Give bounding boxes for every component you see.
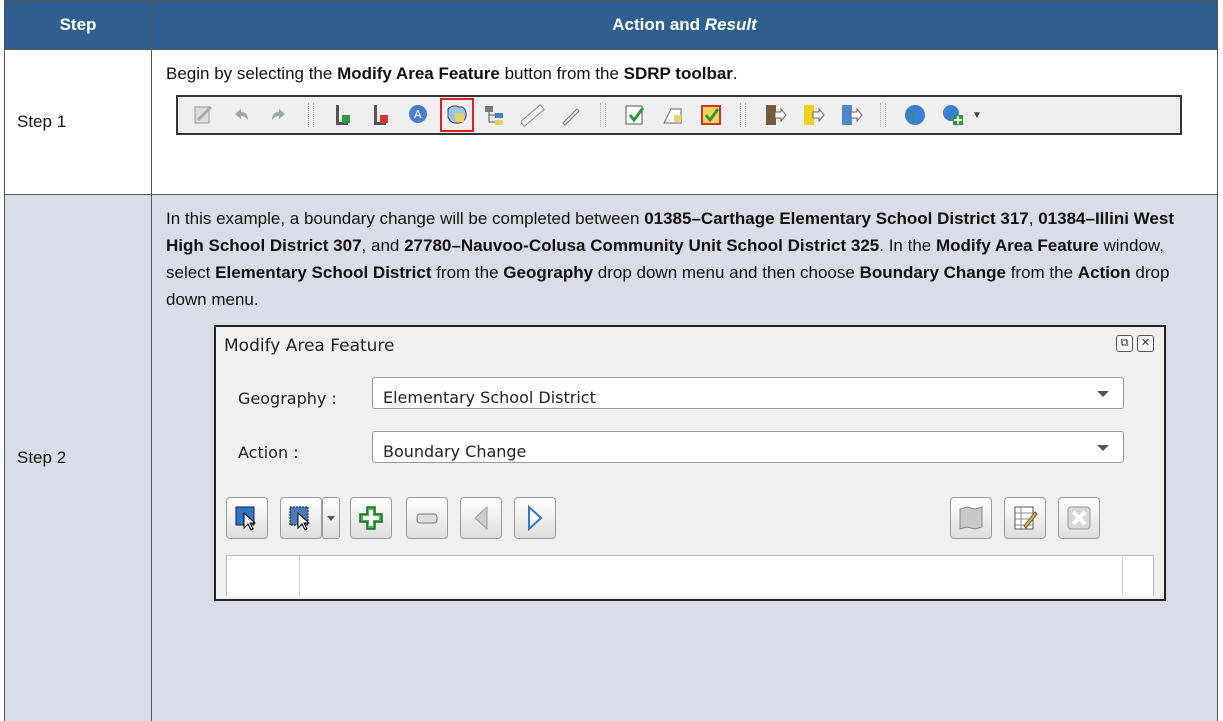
emphasis-text: Action [1078, 263, 1131, 282]
header-action: Action and Result [152, 1, 1218, 50]
page: Step Action and Result Step 1 Begin by s… [0, 0, 1223, 706]
instruction-text: button from the [500, 64, 624, 83]
chevron-down-icon [1097, 391, 1109, 397]
emphasis-text: 27780–Nauvoo-Colusa Community Unit Schoo… [404, 236, 879, 255]
select-area-button[interactable] [280, 497, 322, 539]
close-icon[interactable]: ✕ [1137, 335, 1154, 352]
attribute-tree-icon[interactable] [481, 101, 509, 129]
redo-icon[interactable] [265, 101, 293, 129]
globe-icon[interactable] [901, 101, 929, 129]
add-line-icon[interactable] [329, 101, 357, 129]
undo-icon[interactable] [227, 101, 255, 129]
edit-icon[interactable] [189, 101, 217, 129]
header-step: Step [5, 1, 152, 50]
export-blue-icon[interactable] [837, 101, 865, 129]
restore-icon[interactable]: ⧉ [1116, 335, 1133, 352]
select-area-dropdown[interactable] [322, 497, 340, 539]
add-globe-icon[interactable] [939, 101, 967, 129]
add-button[interactable] [350, 497, 392, 539]
emphasis-text: Elementary School District [215, 263, 431, 282]
feature-list[interactable] [226, 555, 1154, 596]
action-label: Action : [238, 439, 299, 466]
chevron-down-icon [1097, 445, 1109, 451]
toolbar-separator [600, 103, 606, 127]
next-button[interactable] [514, 497, 556, 539]
instruction-text: drop down menu and then choose [593, 263, 860, 282]
instruction-text: from the [1006, 263, 1078, 282]
instruction-text: In this example, a boundary change will … [166, 209, 644, 228]
geography-value: Elementary School District [383, 388, 596, 407]
action-value: Boundary Change [383, 442, 526, 461]
toolbar-separator [880, 103, 886, 127]
emphasis-text: SDRP toolbar [624, 64, 733, 83]
previous-button[interactable] [460, 497, 502, 539]
map-button[interactable] [950, 497, 992, 539]
address-icon[interactable]: A [405, 101, 433, 129]
table-row: Step 2 In this example, a boundary chang… [5, 195, 1218, 721]
geography-label: Geography : [238, 385, 337, 412]
instruction-text: , [1029, 209, 1038, 228]
draw-icon[interactable] [557, 101, 585, 129]
table-row: Step 1 Begin by selecting the Modify Are… [5, 50, 1218, 195]
modify-area-feature-dialog: Modify Area Feature ⧉ ✕ Geography : Elem… [214, 325, 1166, 601]
dialog-toolbar [226, 497, 1146, 545]
copy-shape-icon[interactable] [659, 101, 687, 129]
steps-table: Step Action and Result Step 1 Begin by s… [4, 0, 1218, 721]
step-label: Step 1 [5, 50, 152, 195]
step-2-body: In this example, a boundary change will … [152, 195, 1218, 721]
measure-icon[interactable] [519, 101, 547, 129]
instruction-text: from the [431, 263, 503, 282]
remove-button[interactable] [406, 497, 448, 539]
toolbar-separator [308, 103, 314, 127]
modify-area-feature-icon[interactable] [443, 101, 471, 129]
step-label: Step 2 [5, 195, 152, 721]
action-dropdown[interactable]: Boundary Change [372, 431, 1124, 463]
step-1-instruction: Begin by selecting the Modify Area Featu… [166, 60, 1207, 87]
instruction-text: , and [362, 236, 405, 255]
chevron-down-icon[interactable]: ▼ [972, 102, 982, 129]
emphasis-text: Modify Area Feature [936, 236, 1099, 255]
dialog-title: Modify Area Feature [224, 333, 395, 360]
instruction-text: . In the [879, 236, 936, 255]
instruction-text: Begin by selecting the [166, 64, 337, 83]
step-1-body: Begin by selecting the Modify Area Featu… [152, 50, 1218, 195]
check-icon[interactable] [621, 101, 649, 129]
emphasis-text: Modify Area Feature [337, 64, 500, 83]
emphasis-text: Boundary Change [860, 263, 1006, 282]
svg-text:A: A [414, 108, 422, 121]
emphasis-text: Geography [503, 263, 593, 282]
step-2-instruction: In this example, a boundary change will … [166, 205, 1207, 313]
dialog-controls: ⧉ ✕ [1116, 335, 1154, 352]
edit-table-button[interactable] [1004, 497, 1046, 539]
sdrp-toolbar: A ▼ [176, 95, 1182, 135]
export-icon[interactable] [799, 101, 827, 129]
import-icon[interactable] [761, 101, 789, 129]
emphasis-text: 01385–Carthage Elementary School Distric… [644, 209, 1029, 228]
instruction-text: . [733, 64, 738, 83]
validate-icon[interactable] [697, 101, 725, 129]
delete-line-icon[interactable] [367, 101, 395, 129]
cancel-button[interactable] [1058, 497, 1100, 539]
geography-dropdown[interactable]: Elementary School District [372, 377, 1124, 409]
select-feature-button[interactable] [226, 497, 268, 539]
toolbar-separator [740, 103, 746, 127]
